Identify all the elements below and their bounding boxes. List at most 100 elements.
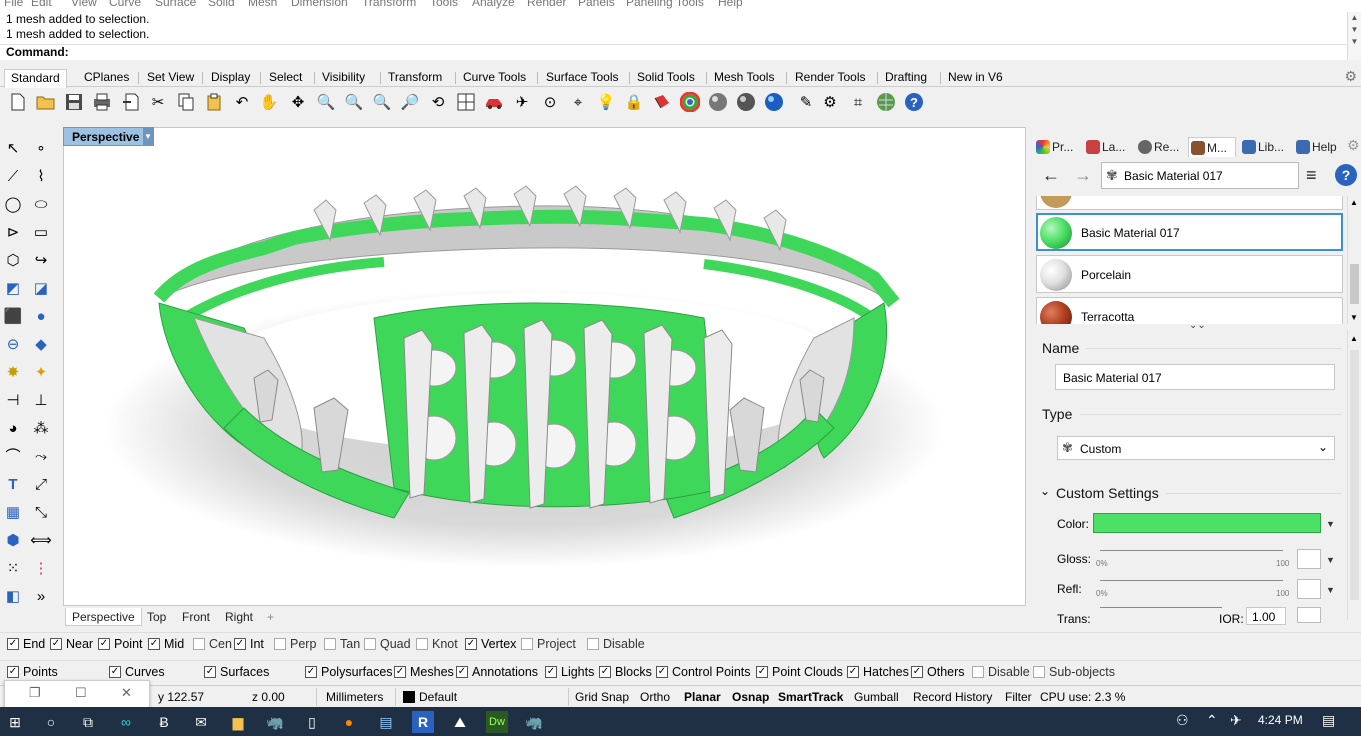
tab-visibility[interactable]: Visibility [316, 69, 371, 87]
tab-new-in-v6[interactable]: New in V6 [942, 69, 1009, 87]
osnap-point[interactable]: ✓ Point [98, 637, 143, 653]
pan-hand-icon[interactable]: ✋ [258, 91, 280, 113]
checkbox-checked-icon[interactable]: ✓ [756, 666, 768, 678]
undo-icon[interactable]: ↶ [231, 91, 253, 113]
osnap-int[interactable]: ✓ Int [234, 637, 264, 653]
filter-control-points[interactable]: ✓ Control Points [656, 665, 751, 681]
checkbox-icon[interactable] [521, 638, 533, 650]
record-history-toggle[interactable]: Record History [913, 690, 992, 704]
menu-mesh[interactable]: Mesh [248, 0, 277, 9]
filter-surfaces[interactable]: ✓ Surfaces [204, 665, 269, 681]
filter-others[interactable]: ✓ Others [911, 665, 965, 681]
ior-input[interactable]: 1.00 [1246, 607, 1286, 625]
filter-meshes[interactable]: ✓ Meshes [394, 665, 454, 681]
sphere-icon[interactable]: ● [29, 304, 53, 328]
osnap-tan[interactable]: Tan [324, 637, 360, 653]
planar-toggle[interactable]: Planar [684, 690, 721, 704]
circle-icon[interactable]: ◯ [1, 192, 25, 216]
osnap-knot[interactable]: Knot [416, 637, 458, 653]
four-viewports-icon[interactable] [455, 91, 477, 113]
tab-drafting[interactable]: Drafting [879, 69, 933, 87]
checkbox-checked-icon[interactable]: ✓ [911, 666, 923, 678]
document-icon[interactable]: ▯ [301, 711, 323, 733]
filter-polysurfaces[interactable]: ✓ Polysurfaces [305, 665, 393, 681]
windows-start-icon[interactable]: ⊞ [4, 711, 26, 733]
menu-render[interactable]: Render [527, 0, 566, 9]
arc-icon[interactable]: ⊳ [1, 220, 25, 244]
osnap-project[interactable]: Project [521, 637, 576, 653]
menu-transform[interactable]: Transform [362, 0, 416, 9]
satellite-icon[interactable]: ✈ [511, 91, 533, 113]
tab-curve-tools[interactable]: Curve Tools [457, 69, 532, 87]
chevron-down-icon[interactable]: ▼ [1326, 555, 1335, 565]
pencil-icon[interactable]: ✎ [795, 91, 817, 113]
gear-icon[interactable]: ⚙ [1347, 137, 1360, 154]
checkbox-checked-icon[interactable]: ✓ [109, 666, 121, 678]
sphere-grey-icon[interactable] [707, 91, 729, 113]
array-icon[interactable]: ⁙ [1, 556, 25, 580]
checkbox-icon[interactable] [1033, 666, 1045, 678]
polygon-icon[interactable]: ⬡ [1, 248, 25, 272]
menu-curve[interactable]: Curve [109, 0, 141, 9]
refl-texture-slot[interactable] [1297, 579, 1321, 599]
chevron-down-icon[interactable]: ▼ [143, 128, 153, 145]
filter-lights[interactable]: ✓ Lights [545, 665, 594, 681]
plane-icon[interactable]: ◆ [29, 332, 53, 356]
zoom-selected-icon[interactable]: 🔎 [399, 91, 421, 113]
people-icon[interactable]: ⚇ [1176, 712, 1189, 729]
tab-layers[interactable]: La... [1084, 137, 1130, 157]
smarttrack-toggle[interactable]: SmartTrack [778, 690, 843, 704]
tab-properties[interactable]: Pr... [1034, 137, 1080, 157]
checkbox-checked-icon[interactable]: ✓ [456, 666, 468, 678]
menu-panels[interactable]: Panels [578, 0, 615, 9]
tab-surface-tools[interactable]: Surface Tools [540, 69, 625, 87]
menu-analyze[interactable]: Analyze [472, 0, 515, 9]
units-label[interactable]: Millimeters [326, 690, 383, 704]
menu-dimension[interactable]: Dimension [291, 0, 348, 9]
rhino-icon[interactable]: 🦏 [264, 711, 286, 733]
move-icon[interactable]: ⤡ [29, 500, 53, 524]
checkbox-checked-icon[interactable]: ✓ [234, 638, 246, 650]
cut-icon[interactable]: ✂ [147, 91, 169, 113]
chevron-up-icon[interactable]: ▲ [1350, 334, 1358, 343]
close-icon[interactable]: ✕ [121, 685, 132, 701]
osnap-near[interactable]: ✓ Near [50, 637, 93, 653]
current-layer[interactable]: Default [419, 690, 457, 704]
chevron-up-icon[interactable]: ▲ [1350, 198, 1358, 207]
menu-tools[interactable]: Tools [430, 0, 458, 9]
name-field[interactable]: Basic Material 017 [1055, 364, 1335, 390]
explode-icon[interactable]: ✦ [29, 360, 53, 384]
dreamweaver-icon[interactable]: Dw [486, 711, 508, 733]
cylinder-icon[interactable]: ⊖ [1, 332, 25, 356]
chevron-down-icon[interactable]: ▼ [1326, 519, 1335, 529]
import-icon[interactable] [120, 91, 142, 113]
rhino-active-icon[interactable]: 🦏 [523, 711, 545, 733]
type-select[interactable]: ✾ Custom ⌄ [1057, 436, 1335, 460]
checkbox-checked-icon[interactable]: ✓ [50, 638, 62, 650]
print-icon[interactable] [91, 91, 113, 113]
maximize-icon[interactable]: ☐ [75, 685, 87, 701]
gear-icon[interactable]: ⚙ [1344, 68, 1357, 85]
viewport-title[interactable]: Perspective ▼ [63, 127, 154, 146]
osnap-perp[interactable]: Perp [274, 637, 316, 653]
checkbox-icon[interactable] [193, 638, 205, 650]
target-icon[interactable]: ⊙ [539, 91, 561, 113]
ellipse-icon[interactable]: ⬭ [29, 192, 53, 216]
osnap-cen[interactable]: Cen [193, 637, 232, 653]
scroll-thumb[interactable] [1350, 264, 1359, 304]
checkbox-icon[interactable] [972, 666, 984, 678]
checkbox-checked-icon[interactable]: ✓ [148, 638, 160, 650]
mail-icon[interactable]: ✉ [190, 711, 212, 733]
checkbox-icon[interactable] [364, 638, 376, 650]
zoom-extents-icon[interactable]: 🔍 [371, 91, 393, 113]
osnap-end[interactable]: ✓ End [7, 637, 45, 653]
mesh-model-render[interactable] [64, 128, 1026, 606]
forward-arrow-icon[interactable]: → [1074, 165, 1092, 186]
transform-icon[interactable]: ✸ [1, 360, 25, 384]
color-swatch[interactable] [1093, 513, 1321, 533]
collapse-chevron-icon[interactable]: ⌄ [1040, 484, 1050, 498]
osnap-vertex[interactable]: ✓ Vertex [465, 637, 516, 653]
tab-help[interactable]: Help [1294, 137, 1342, 157]
scale-icon[interactable]: ◧ [1, 584, 25, 608]
tab-libraries[interactable]: Lib... [1240, 137, 1292, 157]
